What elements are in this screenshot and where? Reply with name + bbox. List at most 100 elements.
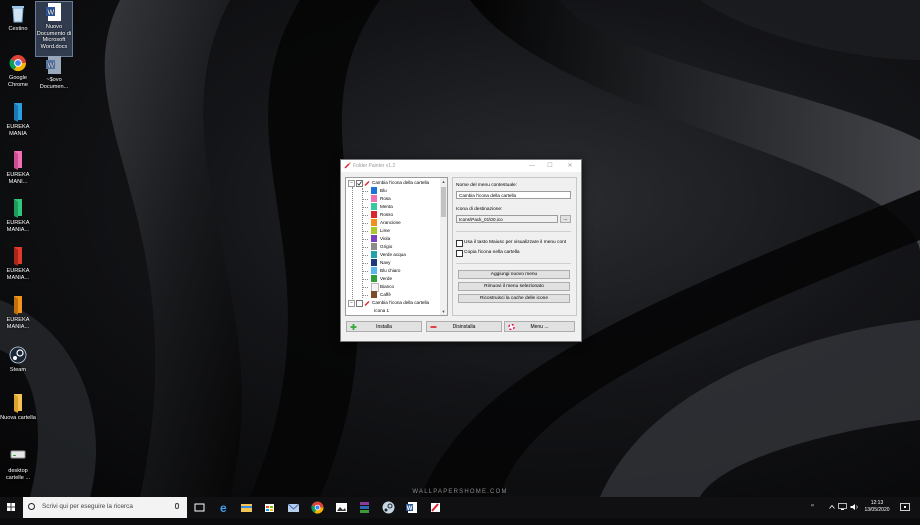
search-icon [28, 503, 35, 510]
desktop-icon-label: EUREKA MANIA [6, 124, 30, 137]
menu-name-input[interactable]: Cambia l'icona della cartella [456, 191, 571, 199]
desktop-icon-label: ~$ovo Documen... [39, 77, 69, 90]
file-explorer-icon[interactable] [240, 501, 253, 514]
tree-item-label: Rosso [380, 212, 394, 217]
close-button[interactable]: ✕ [563, 161, 577, 171]
task-view-icon[interactable] [193, 501, 206, 514]
dest-icon-input[interactable]: Icons\Pack_01\00.ico [456, 215, 558, 223]
desktop-icon-eureka-green[interactable]: EUREKA MANIA... [0, 198, 36, 233]
tree-checkbox-unchecked[interactable] [356, 300, 363, 307]
browse-button[interactable]: ... [560, 215, 571, 223]
install-label: Installa [376, 324, 392, 330]
winrar-icon[interactable] [358, 501, 371, 514]
copy-icon-checkbox[interactable] [456, 250, 463, 257]
people-icon[interactable]: ꟸ [811, 504, 814, 525]
paint-brush-icon [344, 162, 351, 169]
edge-icon[interactable]: e [218, 501, 231, 514]
minimize-button[interactable]: — [525, 161, 539, 171]
tree-item-label: Lime [380, 228, 390, 233]
start-button[interactable] [0, 497, 22, 518]
folder-color-icon [371, 195, 377, 202]
tree-scrollbar[interactable]: ▲ ▼ [440, 178, 447, 315]
tree-branch-line [362, 295, 368, 296]
tree-item-label: Blu chiaro [380, 268, 401, 273]
desktop-icon-drive[interactable]: desktop cartelle ... [0, 446, 36, 481]
clock-date: 13/05/2020 [864, 507, 890, 513]
collapse-icon[interactable]: − [348, 300, 355, 307]
tree-branch-line [362, 223, 368, 224]
svg-text:W: W [48, 63, 55, 70]
add-menu-button[interactable]: Aggiungi nuovo menu [458, 270, 570, 279]
chrome-icon [9, 53, 27, 73]
maximize-button[interactable]: ☐ [543, 161, 557, 171]
network-icon[interactable] [838, 503, 847, 524]
store-icon[interactable] [263, 501, 276, 514]
desktop-icon-word-temp[interactable]: W ~$ovo Documen... [36, 55, 72, 90]
tree-root-label: Cambia l'icona della cartella [372, 180, 430, 185]
remove-menu-button[interactable]: Rimuovi il menu selezionato [458, 282, 570, 291]
tree-branch-line [362, 279, 368, 280]
desktop-icon-eureka-blue[interactable]: EUREKA MANIA [0, 102, 36, 137]
word-icon[interactable]: W [405, 501, 418, 514]
folder-color-icon [371, 211, 377, 218]
uninstall-button[interactable]: Disinstalla [426, 321, 502, 332]
tree-checkbox-checked[interactable] [356, 180, 363, 187]
paint-brush-icon [364, 181, 370, 186]
tree-item-label: Navy [380, 260, 391, 265]
volume-icon[interactable] [850, 503, 859, 524]
desktop-icon-steam[interactable]: Steam [0, 345, 36, 374]
steam-taskbar-icon[interactable] [382, 501, 395, 514]
chevron-up-icon[interactable] [829, 504, 835, 525]
desktop-icon-eureka-pink[interactable]: EUREKA MANI... [0, 150, 36, 185]
desktop-icon-eureka-red[interactable]: EUREKA MANIA... [0, 246, 36, 281]
folder-color-icon [371, 187, 377, 194]
scroll-thumb[interactable] [441, 187, 446, 217]
desktop-icon-label: Google Chrome [8, 75, 28, 88]
scroll-down-icon[interactable]: ▼ [440, 309, 447, 314]
desktop-icon-chrome[interactable]: Google Chrome [0, 53, 36, 88]
desktop-icon-new-folder[interactable]: Nuova cartella [0, 393, 36, 422]
photos-icon[interactable] [335, 501, 348, 514]
orange-folder-icon [9, 295, 27, 315]
folder-color-icon [371, 291, 377, 298]
folder-color-icon [371, 259, 377, 266]
notifications-icon[interactable] [900, 503, 910, 524]
shift-key-checkbox[interactable] [456, 240, 463, 247]
folder-painter-taskbar-icon[interactable] [429, 501, 442, 514]
red-folder-icon [9, 246, 27, 266]
chrome-taskbar-icon[interactable] [311, 501, 324, 514]
install-button[interactable]: Installa [346, 321, 422, 332]
system-clock[interactable]: 12:13 13/05/2020 [862, 500, 892, 514]
rebuild-cache-button[interactable]: Ricostruisci la cache delle icone [458, 294, 570, 303]
plus-icon [350, 324, 357, 330]
tree-item-label: Verde acqua [380, 252, 406, 257]
svg-text:e: e [220, 501, 227, 514]
mail-icon[interactable] [287, 501, 300, 514]
menu-button[interactable]: Menu ... [504, 321, 575, 332]
microphone-icon[interactable] [175, 503, 179, 509]
menu-tree[interactable]: − Cambia l'icona della cartella Blu Rosa M… [345, 177, 448, 316]
window-titlebar[interactable]: Folder Painter v1.2 — ☐ ✕ [341, 160, 581, 172]
recycle-bin-icon [9, 4, 27, 24]
search-placeholder: Scrivi qui per eseguire la ricerca [42, 503, 133, 510]
folder-color-icon [371, 243, 377, 250]
desktop-icon-label: EUREKA MANIA... [6, 220, 30, 233]
copy-icon-label: Copia l'icona nella cartella [464, 250, 520, 255]
word-temp-file-icon: W [45, 55, 63, 75]
desktop-icon-recycle-bin[interactable]: Cestino [0, 4, 36, 33]
paint-brush-icon [364, 301, 370, 306]
desktop-icon-word-document[interactable]: W Nuovo Documento di Microsoft Word.docx [35, 1, 73, 57]
search-box[interactable]: Scrivi qui per eseguire la ricerca [23, 497, 187, 518]
desktop-icon-label: Nuova cartella [0, 415, 36, 421]
scroll-up-icon[interactable]: ▲ [440, 179, 447, 184]
dest-icon-label: Icona di destinazione: [456, 207, 503, 212]
svg-text:W: W [407, 506, 413, 512]
wallpaper-credit: WALLPAPERSHOME.COM [412, 489, 508, 495]
collapse-icon[interactable]: − [348, 180, 355, 187]
desktop-icon-label: Nuovo Documento di Microsoft Word.docx [36, 24, 72, 50]
folder-color-icon [371, 235, 377, 242]
tree-item-label: Caffè [380, 292, 391, 297]
tree-item-label: Grigio [380, 244, 393, 249]
desktop-icon-eureka-orange[interactable]: EUREKA MANIA... [0, 295, 36, 330]
lifebuoy-icon [508, 324, 515, 330]
